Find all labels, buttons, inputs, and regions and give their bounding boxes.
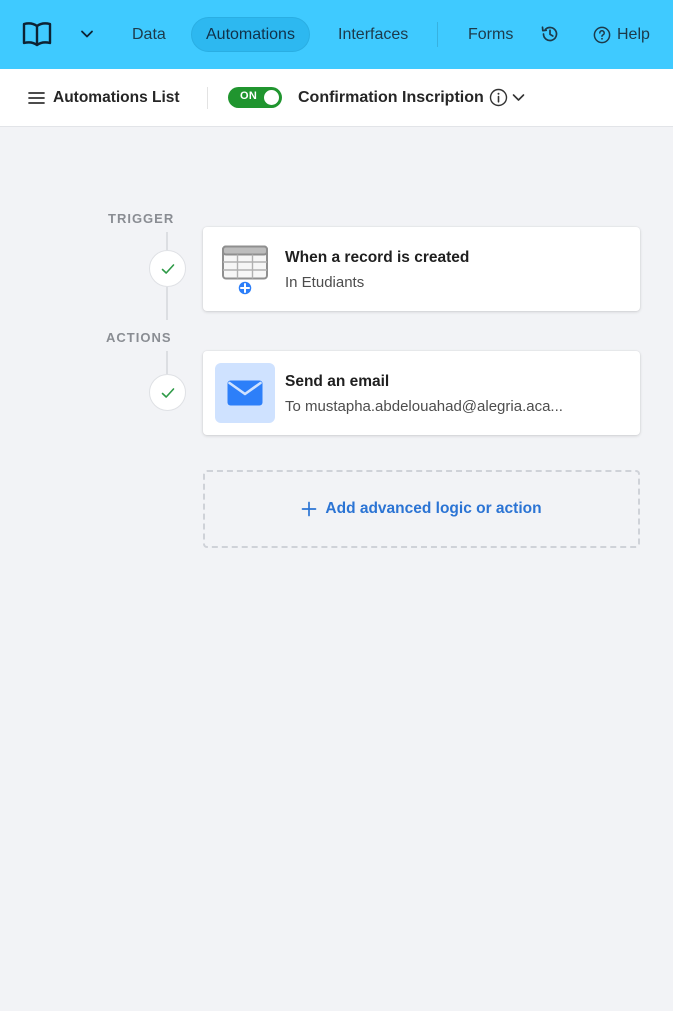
help-icon bbox=[593, 26, 611, 43]
toggle-knob bbox=[264, 90, 279, 105]
add-action-label: Add advanced logic or action bbox=[325, 500, 542, 517]
help-label: Help bbox=[617, 25, 650, 43]
trigger-section-label: TRIGGER bbox=[108, 211, 175, 226]
chevron-down-icon[interactable] bbox=[511, 90, 526, 105]
tab-data[interactable]: Data bbox=[117, 17, 181, 52]
trigger-subtitle: In Etudiants bbox=[285, 274, 365, 291]
automation-name[interactable]: Confirmation Inscription bbox=[298, 87, 484, 109]
check-icon bbox=[161, 387, 174, 398]
tab-forms[interactable]: Forms bbox=[453, 17, 528, 52]
action-subtitle: To mustapha.abdelouahad@alegria.aca... bbox=[285, 398, 563, 415]
toggle-state-label: ON bbox=[240, 90, 258, 102]
check-icon bbox=[161, 263, 174, 274]
history-icon[interactable] bbox=[540, 24, 560, 44]
tab-interfaces[interactable]: Interfaces bbox=[323, 17, 423, 52]
add-action-button[interactable]: Add advanced logic or action bbox=[203, 470, 640, 548]
menu-icon bbox=[28, 92, 45, 104]
actions-section-label: ACTIONS bbox=[106, 330, 172, 345]
nav-divider bbox=[437, 22, 438, 47]
automations-list-label: Automations List bbox=[53, 89, 180, 106]
action-card-send-email[interactable]: Send an email To mustapha.abdelouahad@al… bbox=[203, 351, 640, 435]
automation-on-toggle[interactable]: ON bbox=[228, 87, 282, 108]
plus-icon bbox=[302, 501, 317, 517]
flow-rail bbox=[166, 287, 168, 320]
flow-rail bbox=[166, 351, 168, 374]
toolbar-divider bbox=[207, 87, 208, 109]
trigger-card[interactable]: When a record is created In Etudiants bbox=[203, 227, 640, 311]
mail-icon-tile bbox=[215, 363, 275, 423]
base-logo-icon[interactable] bbox=[22, 20, 52, 48]
table-add-icon bbox=[222, 245, 268, 296]
trigger-status bbox=[149, 250, 186, 287]
chevron-down-icon[interactable] bbox=[79, 26, 95, 42]
automations-list-button[interactable]: Automations List bbox=[28, 87, 180, 109]
tab-automations[interactable]: Automations bbox=[191, 17, 310, 52]
help-button[interactable]: Help bbox=[593, 17, 650, 52]
trigger-title: When a record is created bbox=[285, 249, 470, 266]
mail-icon bbox=[227, 380, 263, 406]
action-title: Send an email bbox=[285, 373, 390, 390]
top-nav-bar: Data Automations Interfaces Forms Help bbox=[0, 0, 673, 69]
action-status bbox=[149, 374, 186, 411]
flow-rail bbox=[166, 232, 168, 250]
info-icon[interactable] bbox=[489, 88, 508, 107]
